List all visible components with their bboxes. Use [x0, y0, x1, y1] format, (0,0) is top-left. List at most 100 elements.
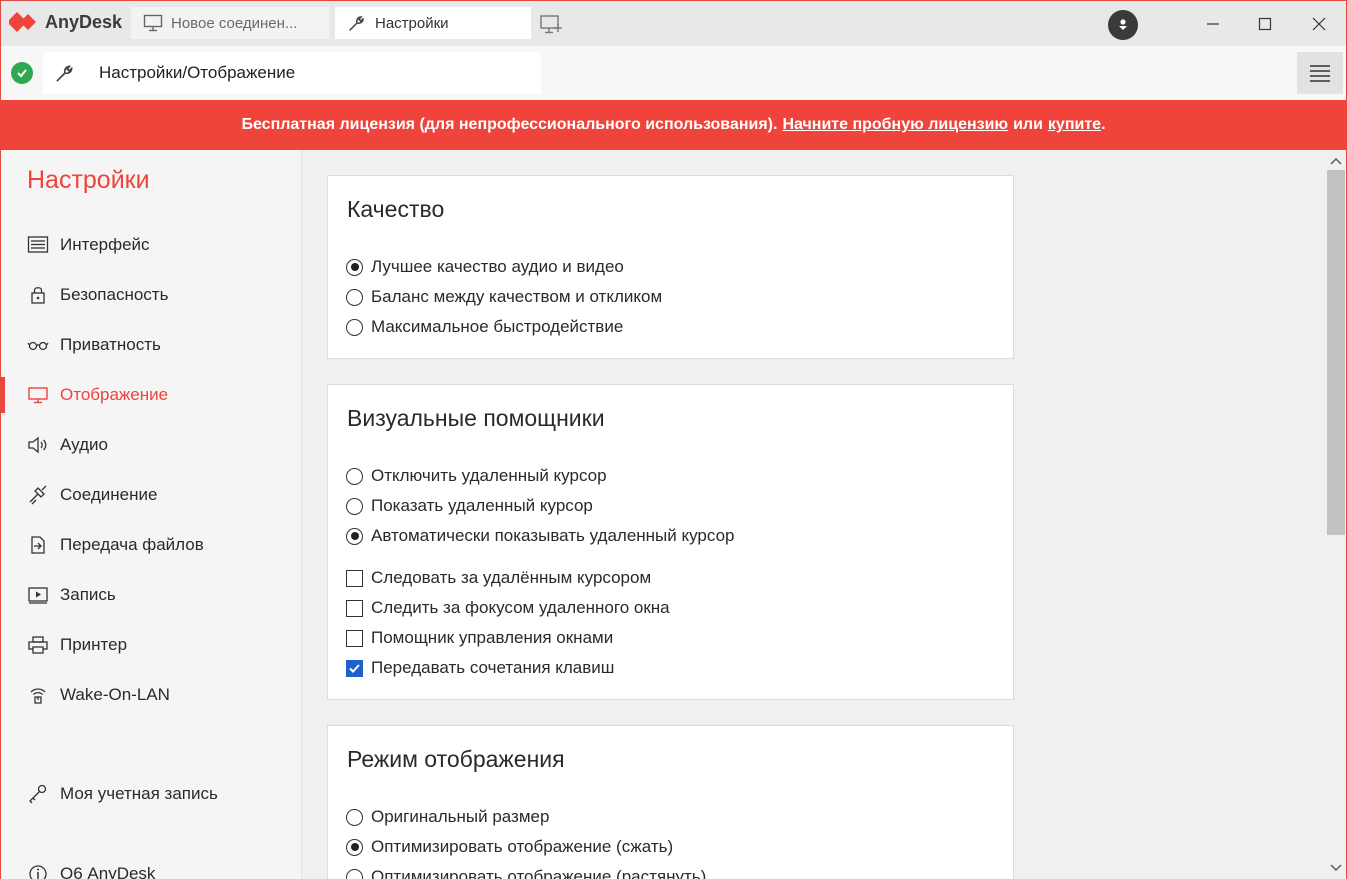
radio-button[interactable] — [346, 318, 363, 336]
checkbox-transmit-hotkeys[interactable]: Передавать сочетания клавиш — [346, 653, 614, 683]
radio-original-size[interactable]: Оригинальный размер — [346, 802, 549, 832]
address-bar: Настройки/Отображение — [0, 46, 1347, 100]
info-icon — [29, 865, 47, 879]
banner-text: Бесплатная лицензия (для непрофессиональ… — [241, 116, 778, 133]
sidebar-item-label: Запись — [60, 585, 116, 604]
radio-button[interactable] — [346, 288, 363, 306]
checkbox-window-helper[interactable]: Помощник управления окнами — [346, 623, 613, 653]
radio-disable-remote-cursor[interactable]: Отключить удаленный курсор — [346, 461, 607, 491]
radio-button[interactable] — [346, 497, 363, 515]
sidebar-item-label: Аудио — [60, 435, 108, 454]
monitor-icon — [143, 14, 163, 32]
option-label: Оптимизировать отображение (сжать) — [371, 837, 674, 856]
scrollbar-thumb[interactable] — [1327, 170, 1345, 535]
option-label: Отключить удаленный курсор — [371, 466, 607, 485]
sidebar-item-label: Wake-On-LAN — [60, 685, 170, 704]
option-label: Помощник управления окнами — [371, 628, 614, 647]
sidebar-item-recording[interactable]: Запись — [1, 570, 301, 620]
radio-optimize-stretch[interactable]: Оптимизировать отображение (растянуть) — [346, 862, 706, 879]
sidebar-title: Настройки — [27, 166, 150, 194]
checkbox-follow-window-focus[interactable]: Следить за фокусом удаленного окна — [346, 593, 670, 623]
section-title: Качество — [347, 196, 445, 222]
main-menu-button[interactable] — [1297, 52, 1343, 94]
download-icon — [1119, 19, 1127, 30]
radio-button[interactable] — [346, 467, 363, 485]
banner-or: или — [1013, 116, 1043, 133]
start-trial-link[interactable]: Начните пробную лицензию — [782, 116, 1008, 134]
section-title: Визуальные помощники — [347, 405, 605, 431]
radio-optimize-shrink[interactable]: Оптимизировать отображение (сжать) — [346, 832, 673, 862]
lock-icon — [31, 287, 45, 304]
radio-auto-remote-cursor[interactable]: Автоматически показывать удаленный курсо… — [346, 521, 735, 551]
sidebar-item-interface[interactable]: Интерфейс — [1, 220, 301, 270]
settings-sidebar: Настройки Интерфейс Безопасность Приватн… — [0, 150, 302, 879]
sidebar-item-security[interactable]: Безопасность — [1, 270, 301, 320]
sidebar-item-display[interactable]: Отображение — [1, 370, 301, 420]
sidebar-item-label: Отображение — [60, 385, 169, 404]
sidebar-item-account[interactable]: Моя учетная запись — [1, 769, 301, 819]
checkbox[interactable] — [346, 659, 363, 677]
display-icon — [28, 387, 48, 404]
connection-icon — [29, 485, 47, 505]
interface-icon — [27, 236, 49, 253]
app-brand: AnyDesk — [9, 11, 122, 33]
sidebar-item-label: Моя учетная запись — [60, 784, 218, 803]
connection-status-icon — [11, 62, 33, 84]
printer-icon — [28, 636, 48, 654]
sidebar-item-file-transfer[interactable]: Передача файлов — [1, 520, 301, 570]
minimize-icon — [1207, 23, 1219, 25]
buy-link[interactable]: купите — [1048, 116, 1101, 133]
sidebar-item-label: О6 AnyDesk — [60, 864, 156, 879]
sidebar-item-label: Соединение — [60, 485, 158, 504]
option-label: Оптимизировать отображение (растянуть) — [371, 867, 707, 879]
banner-end: . — [1101, 116, 1106, 133]
sidebar-item-label: Передача файлов — [60, 535, 204, 554]
checkbox[interactable] — [346, 569, 363, 587]
maximize-icon — [1258, 17, 1272, 31]
option-label: Максимальное быстродействие — [371, 317, 624, 336]
hamburger-icon — [1310, 65, 1330, 82]
radio-balanced[interactable]: Баланс между качеством и откликом — [346, 282, 662, 312]
scroll-down-button[interactable] — [1328, 861, 1344, 875]
app-name: AnyDesk — [45, 11, 123, 32]
checkbox[interactable] — [346, 629, 363, 647]
settings-wrench-icon — [43, 63, 87, 83]
scroll-up-button[interactable] — [1328, 154, 1344, 168]
checkbox[interactable] — [346, 599, 363, 617]
new-tab-button[interactable] — [539, 13, 563, 35]
add-monitor-icon — [540, 15, 562, 34]
settings-content: Качество Лучшее качество аудио и видео Б… — [302, 150, 1325, 879]
glasses-icon — [27, 341, 49, 351]
anydesk-logo-icon — [9, 12, 36, 32]
radio-button[interactable] — [346, 527, 363, 545]
vertical-scrollbar[interactable] — [1325, 150, 1347, 879]
sidebar-item-label: Безопасность — [60, 285, 169, 304]
sidebar-item-printer[interactable]: Принтер — [1, 620, 301, 670]
option-label: Оригинальный размер — [371, 807, 550, 826]
maximize-button[interactable] — [1250, 9, 1280, 39]
tab-label: Настройки — [375, 14, 449, 32]
option-label: Следовать за удалённым курсором — [371, 568, 652, 587]
sidebar-item-connection[interactable]: Соединение — [1, 470, 301, 520]
radio-button[interactable] — [346, 258, 363, 276]
tab-label: Новое соединен... — [171, 14, 298, 32]
sidebar-item-about[interactable]: О6 AnyDesk — [1, 849, 301, 879]
quality-section: Качество Лучшее качество аудио и видео Б… — [327, 175, 1014, 359]
download-button[interactable] — [1108, 10, 1138, 40]
radio-button[interactable] — [346, 868, 363, 879]
sidebar-item-wake-on-lan[interactable]: Wake-On-LAN — [1, 670, 301, 720]
tab-new-connection[interactable]: Новое соединен... — [131, 7, 329, 39]
radio-show-remote-cursor[interactable]: Показать удаленный курсор — [346, 491, 593, 521]
sidebar-item-audio[interactable]: Аудио — [1, 420, 301, 470]
close-button[interactable] — [1304, 9, 1334, 39]
tab-settings[interactable]: Настройки — [335, 7, 531, 39]
radio-max-speed[interactable]: Максимальное быстродействие — [346, 312, 623, 342]
minimize-button[interactable] — [1198, 9, 1228, 39]
radio-button[interactable] — [346, 808, 363, 826]
sidebar-item-label: Интерфейс — [60, 235, 150, 254]
sidebar-item-privacy[interactable]: Приватность — [1, 320, 301, 370]
radio-best-quality[interactable]: Лучшее качество аудио и видео — [346, 252, 624, 282]
checkbox-follow-remote-cursor[interactable]: Следовать за удалённым курсором — [346, 563, 651, 593]
radio-button[interactable] — [346, 838, 363, 856]
address-field[interactable]: Настройки/Отображение — [43, 52, 541, 94]
